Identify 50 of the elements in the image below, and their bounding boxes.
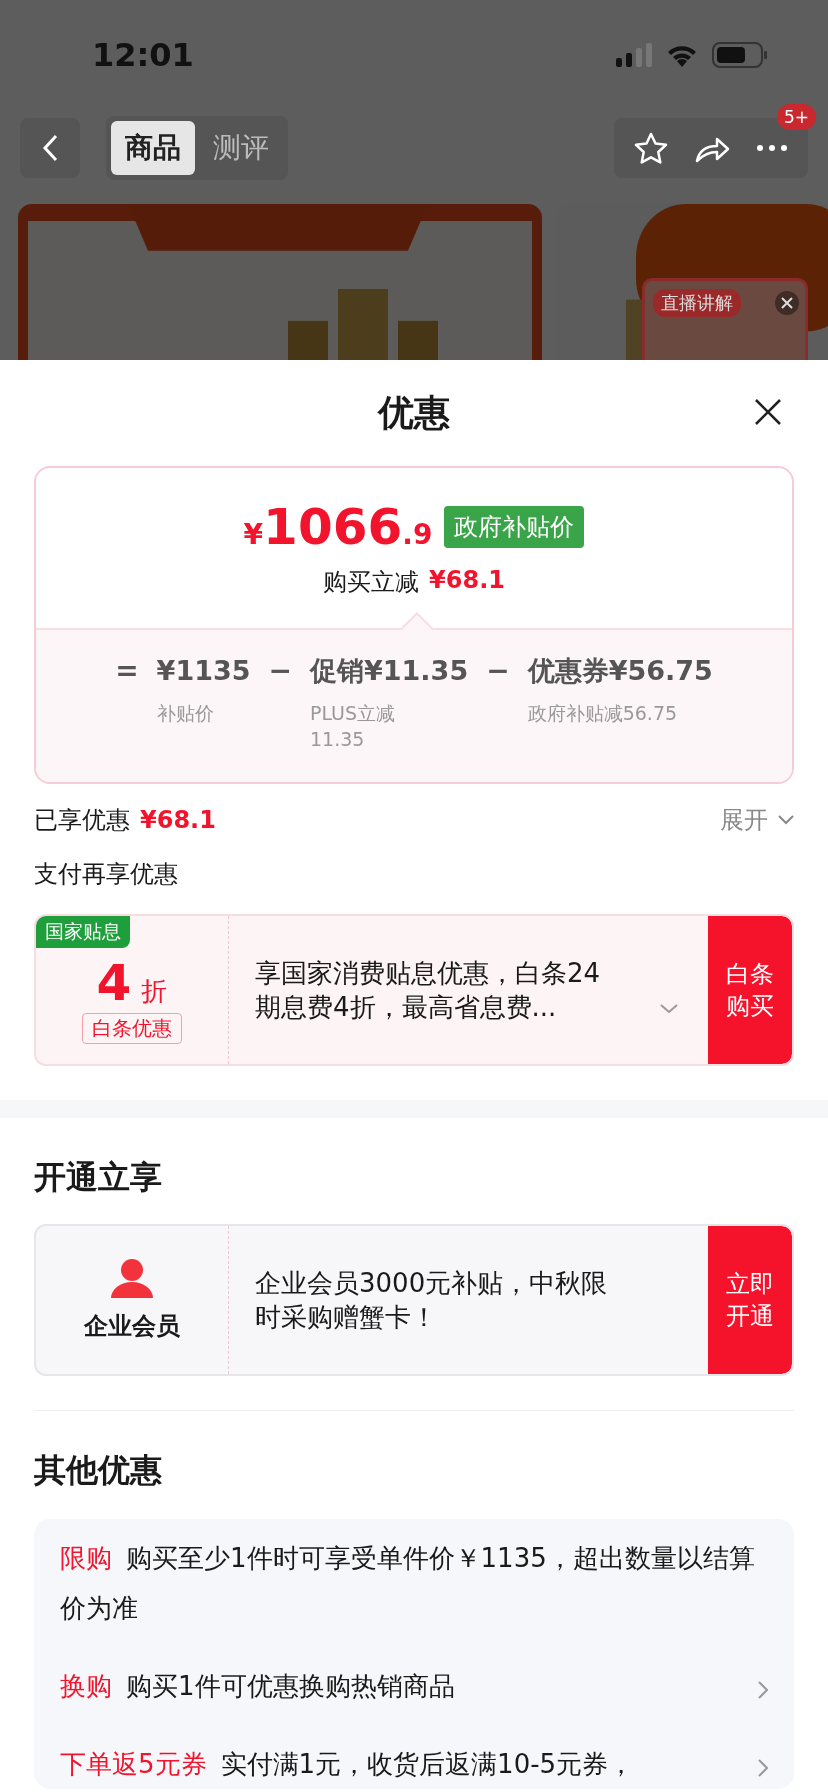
section-title: 开通立享: [34, 1157, 163, 1198]
operator: =: [115, 653, 139, 689]
price-component: ¥1135: [156, 654, 251, 688]
more-icon[interactable]: [756, 144, 788, 152]
star-icon[interactable]: [634, 132, 668, 164]
chevron-down-icon[interactable]: [660, 1004, 678, 1014]
close-icon[interactable]: [754, 398, 782, 426]
price-note: PLUS立减11.35: [310, 701, 397, 752]
price-component: 优惠券¥56.75: [527, 654, 713, 688]
buy-button[interactable]: 白条购买: [708, 916, 792, 1064]
expand-button[interactable]: 展开: [720, 804, 794, 836]
live-video-window[interactable]: 直播讲解: [642, 278, 808, 360]
corner-tag: 国家贴息: [36, 916, 130, 948]
chevron-down-icon: [778, 815, 794, 825]
membership-name: 企业会员: [84, 1311, 180, 1342]
discount-value: 4: [96, 958, 132, 1008]
operator: −: [268, 653, 292, 689]
live-label: 直播讲解: [653, 289, 741, 317]
section-title: 支付再享优惠: [34, 859, 179, 890]
operator: −: [486, 653, 510, 689]
offer-item[interactable]: 换购 购买1件可优惠换购热销商品: [60, 1661, 738, 1711]
offer-badge: 白条优惠: [82, 1013, 182, 1044]
activate-button[interactable]: 立即开通: [708, 1226, 792, 1374]
tab[interactable]: 商品: [111, 121, 195, 175]
notification-badge: 5+: [776, 104, 816, 130]
sheet-title: 优惠: [378, 390, 450, 435]
price-note: 政府补贴减56.75: [527, 701, 679, 726]
discount-unit: 折: [141, 975, 168, 1008]
wifi-icon: [666, 43, 698, 67]
close-icon[interactable]: [775, 291, 799, 315]
offer-text: 享国家消费贴息优惠，白条24期息费4折，最高省息费...: [255, 957, 602, 1024]
back-icon: [42, 134, 58, 162]
tab[interactable]: 测评: [199, 121, 283, 175]
price-note: 补贴价: [156, 701, 215, 726]
battery-icon: [712, 42, 768, 68]
final-price: ¥1066.9: [243, 498, 433, 556]
offer-text: 企业会员3000元补贴，中秋限时采购赠蟹卡！: [255, 1267, 609, 1334]
saving-amount: ¥68.1: [429, 566, 505, 596]
person-icon: [110, 1258, 154, 1298]
status-time: 12:01: [92, 36, 194, 74]
enjoyed-amount: ¥68.1: [140, 806, 216, 834]
offer-item[interactable]: 下单返5元券 实付满1元，收货后返满10-5元券，: [60, 1739, 738, 1789]
enjoyed-label: 已享优惠: [34, 805, 130, 836]
offer-item[interactable]: 限购 购买至少1件时可享受单件价￥1135，超出数量以结算价为准: [60, 1533, 768, 1633]
price-component: 促销¥11.35: [310, 654, 469, 688]
signal-icon: [616, 43, 652, 67]
subsidy-tag: 政府补贴价: [444, 506, 585, 548]
back-button[interactable]: [20, 118, 80, 178]
saving-label: 购买立减: [323, 567, 420, 598]
section-title: 其他优惠: [34, 1450, 163, 1491]
